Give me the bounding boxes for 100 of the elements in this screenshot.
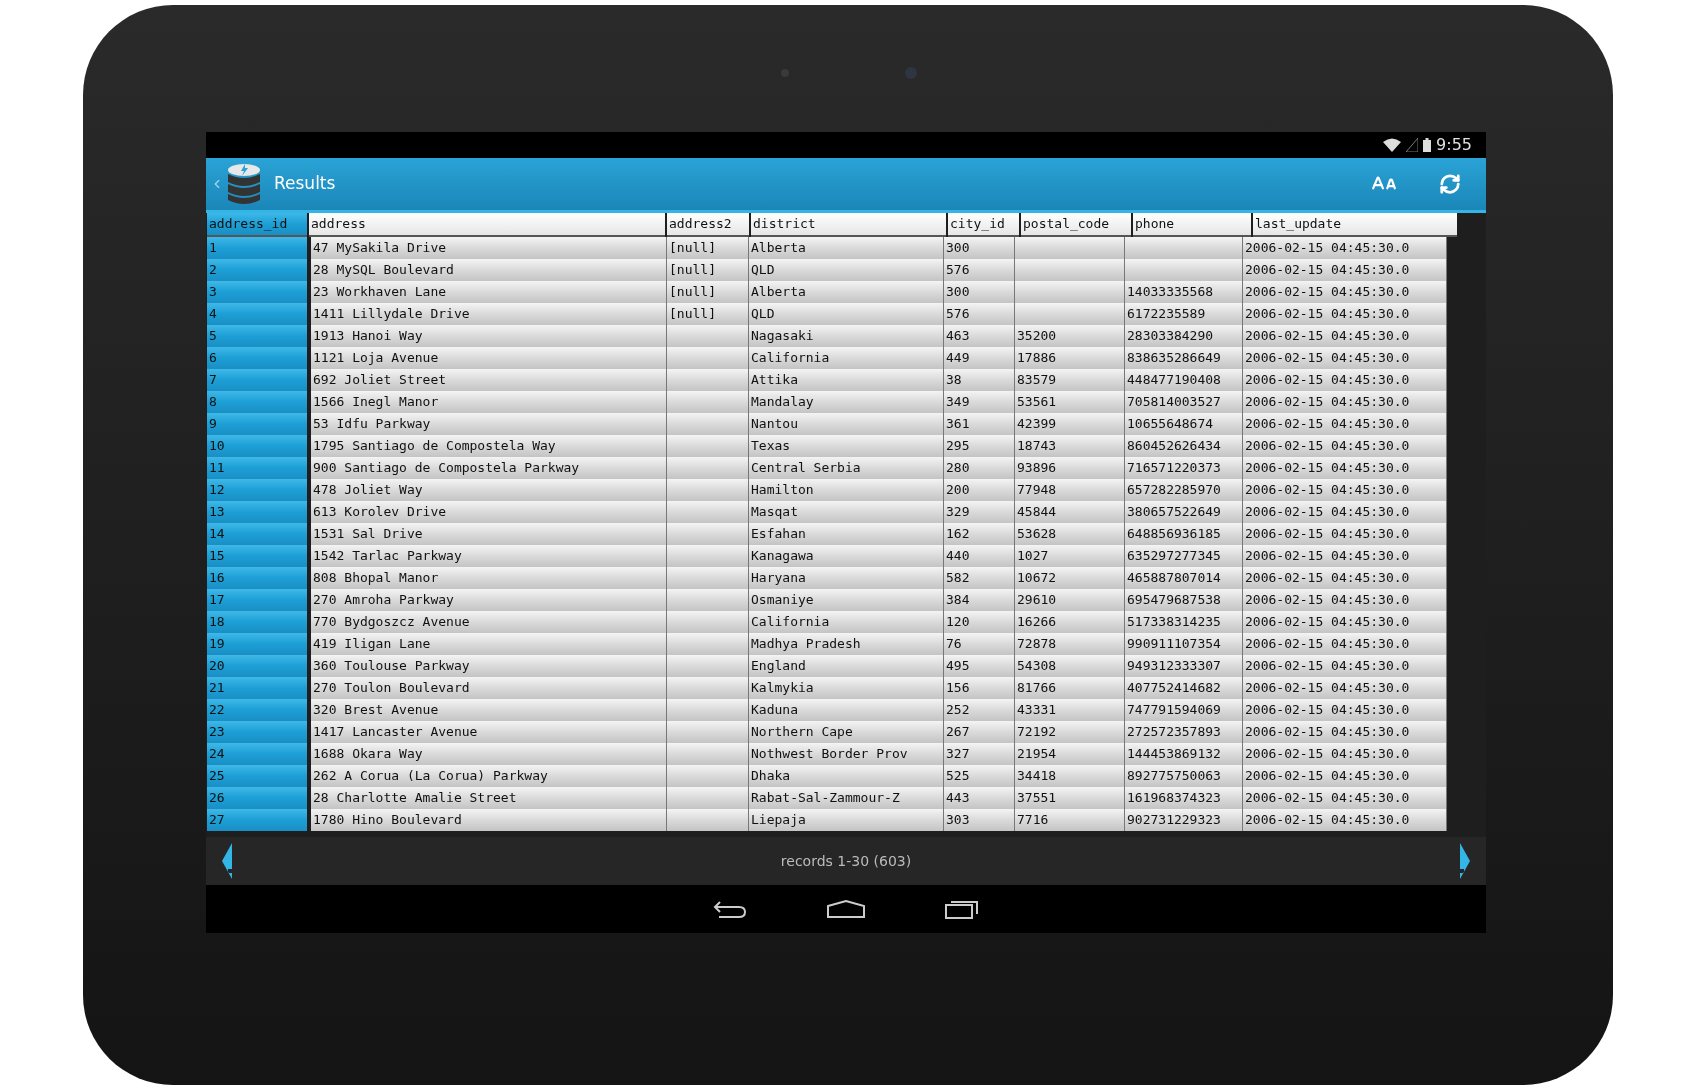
column-header[interactable]: address_id — [207, 213, 307, 237]
table-cell: 28 Charlotte Amalie Street — [311, 787, 667, 809]
row-id-cell: 10 — [207, 435, 307, 457]
table-cell: 280 — [944, 457, 1015, 479]
table-cell: 716571220373 — [1125, 457, 1243, 479]
column-header[interactable]: postal_code — [1021, 213, 1131, 237]
table-cell: 1542 Tarlac Parkway — [311, 545, 667, 567]
row-id-cell: 14 — [207, 523, 307, 545]
back-nav-button[interactable] — [713, 899, 747, 919]
camera-lens — [905, 67, 917, 79]
table-cell: 54308 — [1015, 655, 1125, 677]
table-cell: Nagasaki — [749, 325, 944, 347]
row-id-cell: 4 — [207, 303, 307, 325]
row-id-cell: 17 — [207, 589, 307, 611]
home-icon — [827, 900, 865, 918]
table-cell: 300 — [944, 237, 1015, 259]
refresh-icon — [1439, 173, 1461, 195]
row-id-cell: 15 — [207, 545, 307, 567]
table-cell: 2006-02-15 04:45:30.0 — [1243, 479, 1447, 501]
back-arrow-icon — [713, 899, 747, 919]
table-cell: 272572357893 — [1125, 721, 1243, 743]
table-cell: 2006-02-15 04:45:30.0 — [1243, 391, 1447, 413]
table-cell: 2006-02-15 04:45:30.0 — [1243, 347, 1447, 369]
table-cell: 81766 — [1015, 677, 1125, 699]
table-cell: 1566 Inegl Manor — [311, 391, 667, 413]
row-id-cell: 11 — [207, 457, 307, 479]
table-cell: 14033335568 — [1125, 281, 1243, 303]
table-cell: 47 MySakila Drive — [311, 237, 667, 259]
table-cell: 384 — [944, 589, 1015, 611]
table-cell: 2006-02-15 04:45:30.0 — [1243, 567, 1447, 589]
column-header[interactable]: last_update — [1253, 213, 1457, 237]
table-cell: 16266 — [1015, 611, 1125, 633]
table-cell: 7716 — [1015, 809, 1125, 831]
table-cell: 2006-02-15 04:45:30.0 — [1243, 545, 1447, 567]
table-cell: 161968374323 — [1125, 787, 1243, 809]
table-cell: 1027 — [1015, 545, 1125, 567]
row-id-cell: 16 — [207, 567, 307, 589]
table-cell: 448477190408 — [1125, 369, 1243, 391]
table-cell: 6172235589 — [1125, 303, 1243, 325]
row-id-cell: 8 — [207, 391, 307, 413]
table-cell: 2006-02-15 04:45:30.0 — [1243, 523, 1447, 545]
table-cell: 2006-02-15 04:45:30.0 — [1243, 589, 1447, 611]
table-cell: 270 Amroha Parkway — [311, 589, 667, 611]
row-id-cell: 3 — [207, 281, 307, 303]
table-cell: 657282285970 — [1125, 479, 1243, 501]
row-id-cell: 21 — [207, 677, 307, 699]
table-cell: 1121 Loja Avenue — [311, 347, 667, 369]
table-cell: 2006-02-15 04:45:30.0 — [1243, 259, 1447, 281]
table-cell: 1417 Lancaster Avenue — [311, 721, 667, 743]
table-cell: 517338314235 — [1125, 611, 1243, 633]
table-cell: 262 A Corua (La Corua) Parkway — [311, 765, 667, 787]
table-cell: 2006-02-15 04:45:30.0 — [1243, 765, 1447, 787]
column-header[interactable]: address2 — [667, 213, 749, 237]
column-header[interactable]: address — [309, 213, 665, 237]
signal-icon — [1406, 138, 1419, 152]
table-cell: 72878 — [1015, 633, 1125, 655]
row-id-cell: 22 — [207, 699, 307, 721]
row-id-cell: 2 — [207, 259, 307, 281]
table-cell: 300 — [944, 281, 1015, 303]
table-cell: 200 — [944, 479, 1015, 501]
table-cell: 2006-02-15 04:45:30.0 — [1243, 237, 1447, 259]
table-cell: 2006-02-15 04:45:30.0 — [1243, 435, 1447, 457]
wifi-icon — [1383, 138, 1402, 152]
battery-icon — [1423, 138, 1432, 152]
records-count-text: records 1-30 (603) — [780, 851, 912, 871]
recents-nav-button[interactable] — [945, 899, 979, 919]
table-cell: 77948 — [1015, 479, 1125, 501]
table-cell: 692 Joliet Street — [311, 369, 667, 391]
column-header[interactable]: district — [751, 213, 946, 237]
table-cell: Madhya Pradesh — [749, 633, 944, 655]
table-cell: 695479687538 — [1125, 589, 1243, 611]
table-cell: [null] — [667, 259, 749, 281]
home-nav-button[interactable] — [827, 900, 865, 918]
table-cell: 2006-02-15 04:45:30.0 — [1243, 303, 1447, 325]
table-cell: 21954 — [1015, 743, 1125, 765]
row-id-cell: 1 — [207, 237, 307, 259]
table-cell: 1688 Okara Way — [311, 743, 667, 765]
table-cell: Rabat-Sal-Zammour-Z — [749, 787, 944, 809]
table-cell: 648856936185 — [1125, 523, 1243, 545]
table-cell: QLD — [749, 303, 944, 325]
column-header[interactable]: city_id — [948, 213, 1019, 237]
table-cell: Nothwest Border Prov — [749, 743, 944, 765]
table-cell: Liepaja — [749, 809, 944, 831]
table-cell: 2006-02-15 04:45:30.0 — [1243, 281, 1447, 303]
table-cell: 449 — [944, 347, 1015, 369]
table-cell: 43331 — [1015, 699, 1125, 721]
table-cell: 42399 — [1015, 413, 1125, 435]
table-cell: Hamilton — [749, 479, 944, 501]
column-header[interactable]: phone — [1133, 213, 1251, 237]
table-cell: 576 — [944, 303, 1015, 325]
table-cell: 144453869132 — [1125, 743, 1243, 765]
table-cell: 582 — [944, 567, 1015, 589]
table-cell: 860452626434 — [1125, 435, 1243, 457]
table-cell: Northern Cape — [749, 721, 944, 743]
table-cell: Kanagawa — [749, 545, 944, 567]
table-cell: Mandalay — [749, 391, 944, 413]
row-id-cell: 19 — [207, 633, 307, 655]
row-id-cell: 24 — [207, 743, 307, 765]
table-cell: 576 — [944, 259, 1015, 281]
table-cell: 29610 — [1015, 589, 1125, 611]
